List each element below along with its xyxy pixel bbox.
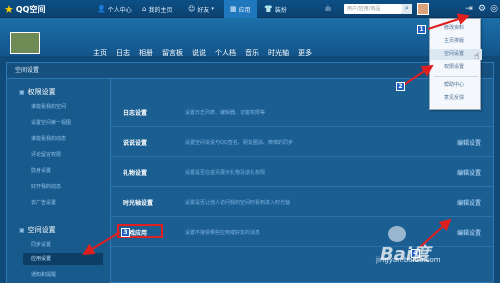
- nav-decorate-label: 装扮: [274, 6, 287, 14]
- menu-item-home-layout[interactable]: 主页排版: [430, 36, 482, 47]
- row-desc: 设置是否让他人访问我的空间时看到进入时光轴: [185, 200, 291, 206]
- sidebar-item-first-view[interactable]: 设置空间第一视图: [31, 119, 71, 126]
- sidebar-section-space[interactable]: ▣ 空间设置: [19, 225, 56, 235]
- qzone-logo[interactable]: ★ QQ空间: [4, 2, 45, 16]
- row-title: 日志设置: [123, 110, 148, 117]
- settings-row-timeline: 时光轴设置 设置是否让他人访问我的空间时看到进入时光轴 编辑设置: [111, 187, 493, 217]
- nav-my-home-label: 我的主页: [148, 6, 173, 14]
- sidebar-item-ad-settings[interactable]: 去广告设置: [31, 199, 56, 206]
- shirt-icon: 👕: [264, 5, 273, 13]
- header-banner: 主页 日志 相册 留言板 说说 个人档 音乐 时光轴 更多: [0, 18, 500, 58]
- edit-settings-link[interactable]: 编辑设置: [457, 228, 481, 237]
- main-nav-shuoshuo[interactable]: 说说: [192, 48, 206, 58]
- sidebar-item-invisible[interactable]: 隐身设置: [31, 167, 51, 174]
- nav-personal-center-label: 个人中心: [107, 6, 132, 14]
- settings-row-gifts: 礼物设置 设置是否在首页展示礼物及送礼权限 编辑设置: [111, 157, 493, 187]
- nav-decorate[interactable]: 👕 装扮: [264, 0, 287, 18]
- row-desc: 设置不接受哪些应用或好友的消息: [185, 230, 261, 236]
- nav-my-home[interactable]: ⌂ 我的主页: [142, 0, 172, 18]
- main-nav-album[interactable]: 相册: [139, 48, 153, 58]
- edit-settings-link[interactable]: 编辑设置: [457, 138, 481, 147]
- annotation-badge-1: 1: [417, 25, 426, 34]
- main-nav-more[interactable]: 更多: [298, 48, 312, 58]
- watermark-text: jingyan.baidu.com: [376, 256, 441, 264]
- sidebar-section-permissions[interactable]: ▣ 权限设置: [19, 87, 56, 97]
- menu-item-help-center[interactable]: 帮助中心: [430, 80, 482, 91]
- grid-icon: ▦: [230, 5, 237, 13]
- menu-item-feedback[interactable]: 意见反馈: [430, 93, 482, 104]
- avatar[interactable]: [417, 3, 429, 15]
- settings-dropdown-menu: 修改资料 主页排版 空间设置 权限设置 帮助中心 意见反馈: [429, 18, 482, 110]
- sidebar-item-who-can-see-feed[interactable]: 谁能看我的动态: [31, 135, 66, 142]
- row-desc: 设置空间说说与QQ签名、朋友圈消、微博的同步: [185, 140, 293, 146]
- sidebar-item-comment-permission[interactable]: 评论留言权限: [31, 151, 61, 158]
- row-title: 时光轴设置: [123, 200, 154, 207]
- row-title: 说说设置: [123, 140, 148, 147]
- main-nav-profile[interactable]: 个人档: [215, 48, 236, 58]
- sidebar-section-label: 权限设置: [27, 88, 56, 96]
- menu-divider: [434, 76, 478, 77]
- row-desc: 设置是否在首页展示礼物及送礼权限: [185, 170, 266, 176]
- more-icon[interactable]: ◎: [488, 3, 500, 15]
- menu-item-permission-settings[interactable]: 权限设置: [430, 62, 482, 73]
- sidebar-section-label: 空间设置: [27, 226, 56, 234]
- menu-item-edit-profile[interactable]: 修改资料: [430, 23, 482, 34]
- hand-cursor-icon: ☝: [474, 52, 480, 62]
- main-nav-message-board[interactable]: 留言板: [162, 48, 183, 58]
- main-nav-music[interactable]: 音乐: [245, 48, 259, 58]
- sidebar-item-who-can-view[interactable]: 谁能看我的空间: [31, 103, 66, 110]
- chevron-down-icon: ▾: [211, 6, 214, 12]
- edit-settings-link[interactable]: 编辑设置: [457, 198, 481, 207]
- nav-friends[interactable]: ☺ 好友 ▾: [188, 0, 214, 18]
- edit-settings-link[interactable]: 编辑设置: [457, 168, 481, 177]
- row-desc: 设置日志列表、编辑器、访客权限等: [185, 110, 266, 116]
- collapse-icon: ▣: [19, 226, 25, 234]
- nav-friends-label: 好友: [197, 6, 210, 14]
- settings-row-shuoshuo: 说说设置 设置空间说说与QQ签名、朋友圈消、微博的同步 编辑设置: [111, 127, 493, 157]
- panel-title: 空间设置: [7, 63, 493, 79]
- annotation-badge-3: 3: [121, 228, 130, 237]
- friends-icon: ☺: [188, 5, 196, 13]
- profile-picture[interactable]: [10, 32, 40, 54]
- star-icon: ★: [4, 2, 14, 16]
- annotation-badge-2: 2: [396, 82, 405, 91]
- person-icon: 👤: [97, 5, 106, 13]
- search-icon[interactable]: ⌕: [402, 4, 412, 14]
- sidebar-item-sync[interactable]: 同步设置: [31, 241, 51, 248]
- row-title: 礼物设置: [123, 170, 148, 177]
- main-nav-blog[interactable]: 日志: [116, 48, 130, 58]
- search-input[interactable]: 用户/应用/商品: [344, 4, 402, 14]
- sidebar-item-notifications[interactable]: 通知和提醒: [31, 271, 56, 278]
- nav-apps-label: 应用: [238, 6, 251, 14]
- main-nav-home[interactable]: 主页: [93, 48, 107, 58]
- nav-personal-center[interactable]: 👤 个人中心: [97, 0, 132, 18]
- sidebar-item-app-settings[interactable]: 应用设置: [23, 253, 103, 265]
- main-nav: 主页 日志 相册 留言板 说说 个人档 音乐 时光轴 更多: [93, 48, 312, 58]
- settings-sidebar: ▣ 权限设置 谁能看我的空间 设置空间第一视图 谁能看我的动态 评论留言权限 隐…: [7, 79, 111, 283]
- gear-icon[interactable]: ⚙: [476, 3, 488, 15]
- nav-apps[interactable]: ▦ 应用: [224, 0, 257, 18]
- house-icon: ⌂: [142, 5, 147, 13]
- main-nav-timeline[interactable]: 时光轴: [268, 48, 289, 58]
- sidebar-item-block-feed[interactable]: 好开我的动态: [31, 183, 61, 190]
- logout-icon[interactable]: ⇥: [463, 3, 475, 15]
- collapse-icon: ▣: [19, 88, 25, 96]
- settings-row-game-apps: 游戏应用 设置不接受哪些应用或好友的消息 编辑设置: [111, 217, 493, 247]
- top-bar: ★ QQ空间 👤 个人中心 ⌂ 我的主页 ☺ 好友 ▾ ▦ 应用 👕 装扮 ıl…: [0, 0, 500, 18]
- logo-text: QQ空间: [15, 4, 46, 14]
- signal-icon: ılı: [325, 5, 331, 13]
